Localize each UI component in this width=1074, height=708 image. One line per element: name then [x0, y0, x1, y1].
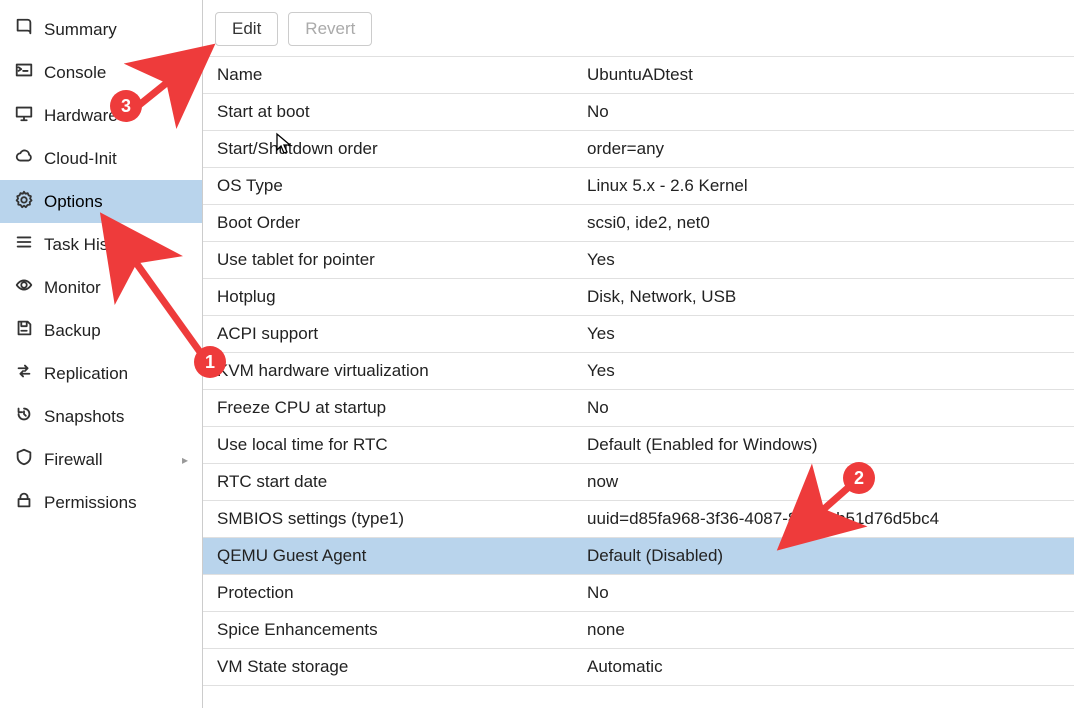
option-value: Yes	[573, 355, 1074, 387]
option-key: Start/Shutdown order	[203, 133, 573, 165]
option-key: Boot Order	[203, 207, 573, 239]
table-row[interactable]: ACPI supportYes	[203, 316, 1074, 353]
sidebar-item-cloud-init[interactable]: Cloud-Init	[0, 137, 202, 180]
retweet-icon	[14, 361, 34, 386]
edit-button[interactable]: Edit	[215, 12, 278, 46]
option-value: Automatic	[573, 651, 1074, 683]
option-value: Yes	[573, 318, 1074, 350]
option-value: Default (Disabled)	[573, 540, 1074, 572]
sidebar-item-monitor[interactable]: Monitor	[0, 266, 202, 309]
option-key: KVM hardware virtualization	[203, 355, 573, 387]
option-value: No	[573, 577, 1074, 609]
option-key: Use local time for RTC	[203, 429, 573, 461]
sidebar-item-label: Monitor	[44, 278, 188, 298]
table-row[interactable]: Boot Orderscsi0, ide2, net0	[203, 205, 1074, 242]
shield-icon	[14, 447, 34, 472]
desktop-icon	[14, 103, 34, 128]
table-row[interactable]: ProtectionNo	[203, 575, 1074, 612]
revert-button: Revert	[288, 12, 372, 46]
table-row[interactable]: Spice Enhancementsnone	[203, 612, 1074, 649]
sidebar-item-label: Task History	[44, 235, 188, 255]
list-icon	[14, 232, 34, 257]
table-row[interactable]: Use tablet for pointerYes	[203, 242, 1074, 279]
option-value: UbuntuADtest	[573, 59, 1074, 91]
history-icon	[14, 404, 34, 429]
sidebar-item-label: Options	[44, 192, 188, 212]
sidebar-item-label: Summary	[44, 20, 188, 40]
option-key: VM State storage	[203, 651, 573, 683]
option-key: ACPI support	[203, 318, 573, 350]
sidebar-item-label: Cloud-Init	[44, 149, 188, 169]
sidebar-item-replication[interactable]: Replication	[0, 352, 202, 395]
sidebar-item-options[interactable]: Options	[0, 180, 202, 223]
option-key: Spice Enhancements	[203, 614, 573, 646]
table-row[interactable]: HotplugDisk, Network, USB	[203, 279, 1074, 316]
option-key: RTC start date	[203, 466, 573, 498]
table-row[interactable]: SMBIOS settings (type1)uuid=d85fa968-3f3…	[203, 501, 1074, 538]
sidebar-item-task-history[interactable]: Task History	[0, 223, 202, 266]
option-key: SMBIOS settings (type1)	[203, 503, 573, 535]
table-row[interactable]: Start at bootNo	[203, 94, 1074, 131]
table-row[interactable]: Start/Shutdown orderorder=any	[203, 131, 1074, 168]
table-row[interactable]: OS TypeLinux 5.x - 2.6 Kernel	[203, 168, 1074, 205]
table-row[interactable]: KVM hardware virtualizationYes	[203, 353, 1074, 390]
annotation-badge-2: 2	[843, 462, 875, 494]
option-key: QEMU Guest Agent	[203, 540, 573, 572]
sidebar-item-label: Snapshots	[44, 407, 188, 427]
annotation-badge-3: 3	[110, 90, 142, 122]
option-value: Yes	[573, 244, 1074, 276]
option-key: OS Type	[203, 170, 573, 202]
option-key: Start at boot	[203, 96, 573, 128]
sidebar-item-backup[interactable]: Backup	[0, 309, 202, 352]
sidebar-item-label: Console	[44, 63, 188, 83]
save-icon	[14, 318, 34, 343]
option-value: uuid=d85fa968-3f36-4087-8b7f-eb51d76d5bc…	[573, 503, 1074, 535]
eye-icon	[14, 275, 34, 300]
option-value: Default (Enabled for Windows)	[573, 429, 1074, 461]
sidebar-item-label: Replication	[44, 364, 188, 384]
gear-icon	[14, 189, 34, 214]
sidebar-item-snapshots[interactable]: Snapshots	[0, 395, 202, 438]
option-key: Freeze CPU at startup	[203, 392, 573, 424]
option-key: Use tablet for pointer	[203, 244, 573, 276]
annotation-badge-1: 1	[194, 346, 226, 378]
book-icon	[14, 17, 34, 42]
option-value: Disk, Network, USB	[573, 281, 1074, 313]
table-row[interactable]: QEMU Guest AgentDefault (Disabled)	[203, 538, 1074, 575]
option-value: none	[573, 614, 1074, 646]
option-value: No	[573, 96, 1074, 128]
option-value: scsi0, ide2, net0	[573, 207, 1074, 239]
table-row[interactable]: VM State storageAutomatic	[203, 649, 1074, 686]
option-value: Linux 5.x - 2.6 Kernel	[573, 170, 1074, 202]
table-row[interactable]: RTC start datenow	[203, 464, 1074, 501]
option-value: No	[573, 392, 1074, 424]
sidebar-item-console[interactable]: Console	[0, 51, 202, 94]
table-row[interactable]: Freeze CPU at startupNo	[203, 390, 1074, 427]
cloud-icon	[14, 146, 34, 171]
lock-icon	[14, 490, 34, 515]
option-value: order=any	[573, 133, 1074, 165]
main-panel: Edit Revert NameUbuntuADtestStart at boo…	[203, 0, 1074, 708]
table-row[interactable]: NameUbuntuADtest	[203, 57, 1074, 94]
option-value: now	[573, 466, 1074, 498]
option-key: Hotplug	[203, 281, 573, 313]
toolbar: Edit Revert	[203, 0, 1074, 56]
sidebar-item-summary[interactable]: Summary	[0, 8, 202, 51]
options-table: NameUbuntuADtestStart at bootNoStart/Shu…	[203, 56, 1074, 686]
sidebar-item-label: Firewall	[44, 450, 172, 470]
table-row[interactable]: Use local time for RTCDefault (Enabled f…	[203, 427, 1074, 464]
sidebar-item-permissions[interactable]: Permissions	[0, 481, 202, 524]
option-key: Protection	[203, 577, 573, 609]
sidebar-item-hardware[interactable]: Hardware	[0, 94, 202, 137]
terminal-icon	[14, 60, 34, 85]
option-key: Name	[203, 59, 573, 91]
chevron-right-icon: ▸	[182, 453, 188, 467]
sidebar-item-firewall[interactable]: Firewall ▸	[0, 438, 202, 481]
sidebar-item-label: Permissions	[44, 493, 188, 513]
sidebar-item-label: Backup	[44, 321, 188, 341]
sidebar: Summary Console Hardware Cloud-Init Options T…	[0, 0, 203, 708]
